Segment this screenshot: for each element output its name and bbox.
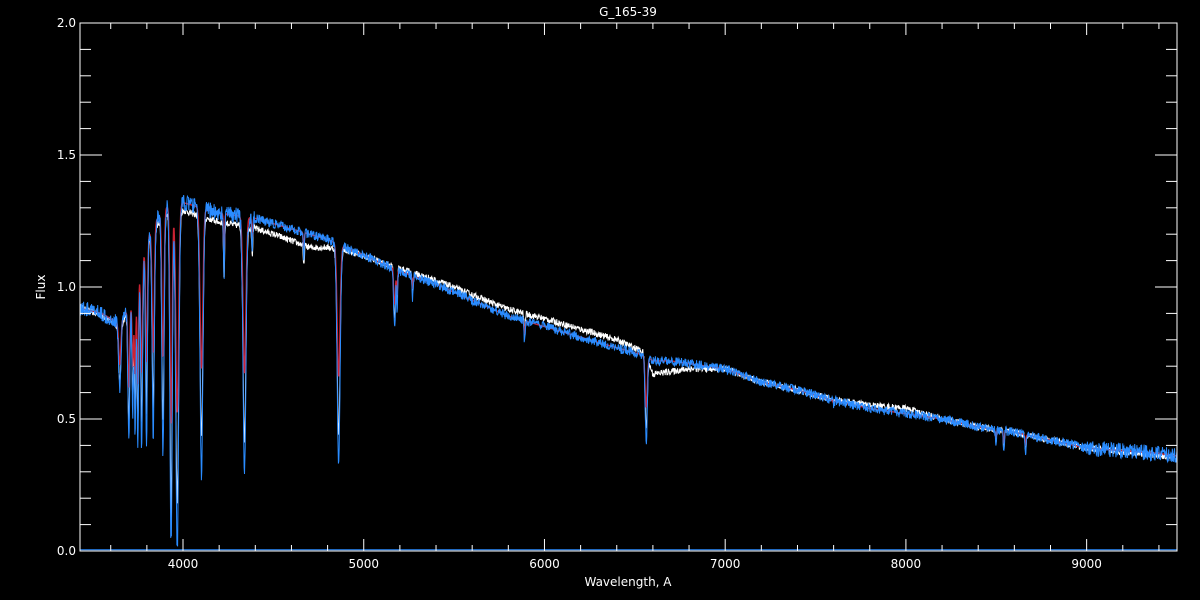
x-tick-label: 7000 (710, 557, 741, 571)
spectrum-chart: 4000 5000 6000 7000 8000 90000.00.51.01.52.0 … (0, 0, 1200, 600)
y-tick-label: 1.5 (57, 148, 76, 162)
x-tick-label: 5000 (348, 557, 379, 571)
chart-title: G_165-39 (599, 5, 657, 19)
y-tick-label: 0.0 (57, 544, 76, 558)
x-axis-label: Wavelength, A (584, 575, 672, 589)
y-tick-label: 2.0 (57, 16, 76, 30)
y-tick-label: 0.5 (57, 412, 76, 426)
x-tick-label: 4000 (168, 557, 199, 571)
x-tick-label: 9000 (1071, 557, 1102, 571)
y-tick-label: 1.0 (57, 280, 76, 294)
x-tick-label: 8000 (891, 557, 922, 571)
y-axis-label: Flux (34, 275, 48, 300)
x-tick-label: 6000 (529, 557, 560, 571)
